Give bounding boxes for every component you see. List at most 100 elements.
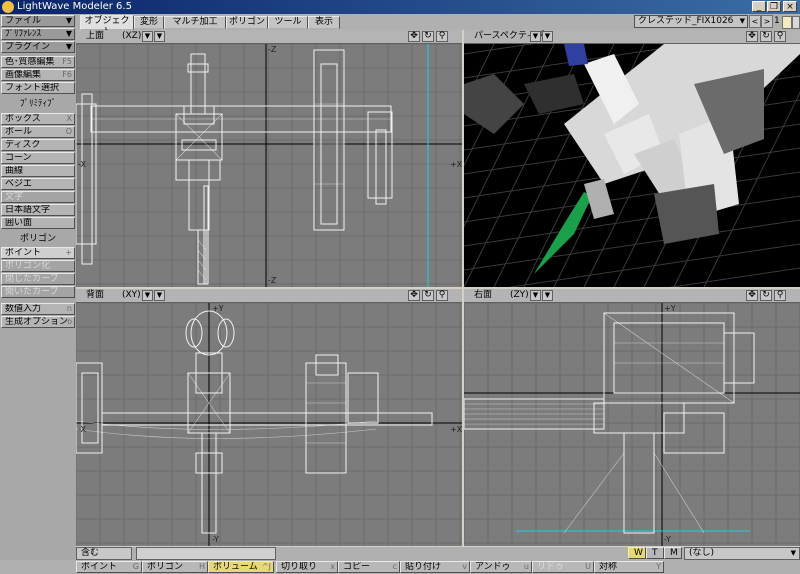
render-mode-dropdown[interactable]: ▼ bbox=[542, 31, 553, 42]
preferences-menu[interactable]: ﾌﾟﾘﾌｧﾚﾝｽ ▼ bbox=[1, 28, 75, 40]
render-mode-dropdown[interactable]: ▼ bbox=[154, 31, 165, 42]
tab-display[interactable]: 表示 bbox=[308, 16, 340, 29]
enclose-label: 囲い面 bbox=[5, 218, 33, 228]
numeric-button[interactable]: 数値入力 n bbox=[1, 303, 75, 315]
move-view-icon[interactable]: ✥ bbox=[408, 290, 420, 301]
point-mode-button[interactable]: ポイント G bbox=[76, 561, 142, 573]
copy-button[interactable]: コピー c bbox=[338, 561, 400, 573]
polygon-mode-label: ポリゴン bbox=[147, 562, 184, 572]
move-view-icon[interactable]: ✥ bbox=[408, 31, 420, 42]
next-layer-button[interactable]: > bbox=[761, 15, 773, 28]
object-select-dropdown[interactable]: クレステッド_FIX1026 ▼ bbox=[634, 15, 748, 28]
wmap-toggle[interactable]: W bbox=[628, 547, 646, 559]
shortcut-label: c bbox=[392, 562, 397, 571]
shortcut-label: x bbox=[330, 562, 335, 571]
curve-button[interactable]: 曲線 bbox=[1, 165, 75, 177]
color-edit-button[interactable]: 色･質感編集 F5 bbox=[1, 56, 75, 68]
tmap-toggle[interactable]: T bbox=[646, 547, 664, 559]
vertex-map-dropdown[interactable]: (なし) ▼ bbox=[684, 547, 800, 560]
viewport-canvas[interactable] bbox=[464, 44, 800, 287]
cut-button[interactable]: 切り取り x bbox=[276, 561, 338, 573]
redo-button[interactable]: リドゥ U bbox=[532, 561, 594, 573]
image-edit-button[interactable]: 画像編集 F6 bbox=[1, 69, 75, 81]
viewport-canvas[interactable]: +Y +X -X -Y bbox=[76, 303, 462, 546]
status-include-label: 含む bbox=[76, 547, 132, 560]
text-button[interactable]: 文字 bbox=[1, 191, 75, 203]
disc-label: ディスク bbox=[5, 140, 41, 150]
point-create-button[interactable]: ポイント + bbox=[1, 247, 75, 259]
view-type-dropdown[interactable]: ▼ bbox=[530, 31, 541, 42]
viewport-canvas[interactable]: -Z +X -X -Z bbox=[76, 44, 462, 287]
ball-button[interactable]: ボール O bbox=[1, 126, 75, 138]
minimize-button[interactable]: _ bbox=[752, 1, 766, 12]
shortcut-label: ^J bbox=[261, 562, 271, 571]
restore-button[interactable]: ❐ bbox=[767, 1, 781, 12]
japanese-text-button[interactable]: 日本語文字 bbox=[1, 204, 75, 216]
zoom-view-icon[interactable]: ⚲ bbox=[436, 290, 448, 301]
redo-label: リドゥ bbox=[537, 562, 565, 572]
chevron-down-icon: ▼ bbox=[65, 16, 72, 25]
tab-object[interactable]: オブジェクト bbox=[80, 15, 134, 37]
polygon-mode-button[interactable]: ポリゴン H bbox=[142, 561, 208, 573]
layer-bank-bg[interactable] bbox=[792, 16, 800, 29]
axis-label: -Y bbox=[664, 535, 671, 544]
zoom-view-icon[interactable]: ⚲ bbox=[436, 31, 448, 42]
closed-curve-label: 閉じたカーブ bbox=[5, 274, 59, 284]
layer-bank-fg[interactable] bbox=[782, 16, 792, 29]
file-menu[interactable]: ファイル ▼ bbox=[1, 15, 75, 27]
file-label: ファイル bbox=[5, 16, 42, 26]
rotate-view-icon[interactable]: ↻ bbox=[422, 31, 434, 42]
chevron-down-icon: ▼ bbox=[739, 17, 745, 25]
render-mode-dropdown[interactable]: ▼ bbox=[542, 290, 553, 301]
point-create-label: ポイント bbox=[5, 248, 42, 258]
close-button[interactable]: × bbox=[783, 1, 797, 12]
viewport-header: 右面 (ZY) ▼ ▼ ✥ ↻ ⚲ bbox=[464, 289, 800, 303]
create-options-button[interactable]: 生成オプション o bbox=[1, 316, 75, 328]
box-button[interactable]: ボックス X bbox=[1, 113, 75, 125]
shortcut-label: H bbox=[198, 562, 205, 571]
tab-tools[interactable]: ツール bbox=[268, 16, 308, 29]
undo-button[interactable]: アンドゥ u bbox=[470, 561, 532, 573]
tab-modify[interactable]: 変形 bbox=[134, 16, 164, 29]
plugins-menu[interactable]: プラグイン ▼ bbox=[1, 41, 75, 53]
rotate-view-icon[interactable]: ↻ bbox=[422, 290, 434, 301]
enclose-button[interactable]: 囲い面 bbox=[1, 217, 75, 229]
viewport-right[interactable]: 右面 (ZY) ▼ ▼ ✥ ↻ ⚲ +Y -Y bbox=[464, 289, 800, 546]
symmetry-button[interactable]: 対称 Y bbox=[594, 561, 664, 573]
open-curve-button[interactable]: 開いたカーブ bbox=[1, 286, 75, 298]
tab-polygon[interactable]: ポリゴン bbox=[226, 16, 268, 29]
disc-button[interactable]: ディスク bbox=[1, 139, 75, 151]
zoom-view-icon[interactable]: ⚲ bbox=[774, 290, 786, 301]
volume-mode-button[interactable]: ボリューム ^J bbox=[208, 561, 274, 573]
move-view-icon[interactable]: ✥ bbox=[746, 290, 758, 301]
prev-layer-button[interactable]: < bbox=[749, 15, 761, 28]
closed-curve-button[interactable]: 閉じたカーブ bbox=[1, 273, 75, 285]
tab-multiply[interactable]: マルチ加工 bbox=[164, 16, 226, 29]
viewport-back[interactable]: 背面 (XY) ▼ ▼ ✥ ↻ ⚲ +Y +X -X -Y bbox=[76, 289, 462, 546]
zoom-view-icon[interactable]: ⚲ bbox=[774, 31, 786, 42]
font-select-button[interactable]: フォント選択 bbox=[1, 82, 75, 94]
rotate-view-icon[interactable]: ↻ bbox=[760, 290, 772, 301]
paste-button[interactable]: 貼り付け v bbox=[400, 561, 470, 573]
render-mode-dropdown[interactable]: ▼ bbox=[154, 290, 165, 301]
polygonize-button[interactable]: ポリゴン化 bbox=[1, 260, 75, 272]
view-type-dropdown[interactable]: ▼ bbox=[530, 290, 541, 301]
color-edit-label: 色･質感編集 bbox=[5, 57, 55, 67]
rotate-view-icon[interactable]: ↻ bbox=[760, 31, 772, 42]
viewport-perspective[interactable]: パースペクティブ ▼ ▼ ✥ ↻ ⚲ bbox=[464, 30, 800, 287]
view-type-dropdown[interactable]: ▼ bbox=[142, 31, 153, 42]
move-view-icon[interactable]: ✥ bbox=[746, 31, 758, 42]
axis-label: +X bbox=[450, 160, 462, 169]
cone-button[interactable]: コーン bbox=[1, 152, 75, 164]
title-bar: LightWave Modeler 6.5 _ ❐ × bbox=[0, 0, 800, 14]
viewport-top[interactable]: 上面 (XZ) ▼ ▼ ✥ ↻ ⚲ -Z +X -X -Z bbox=[76, 30, 462, 287]
bezier-button[interactable]: ベジエ bbox=[1, 178, 75, 190]
japanese-text-label: 日本語文字 bbox=[5, 205, 51, 215]
view-type-dropdown[interactable]: ▼ bbox=[142, 290, 153, 301]
axis-label: +Y bbox=[212, 304, 224, 313]
viewport-canvas[interactable]: +Y -Y bbox=[464, 303, 800, 546]
shortcut-label: F5 bbox=[62, 57, 72, 66]
copy-label: コピー bbox=[343, 562, 371, 572]
wireframe-right bbox=[464, 303, 800, 546]
mmap-toggle[interactable]: M bbox=[664, 547, 682, 559]
